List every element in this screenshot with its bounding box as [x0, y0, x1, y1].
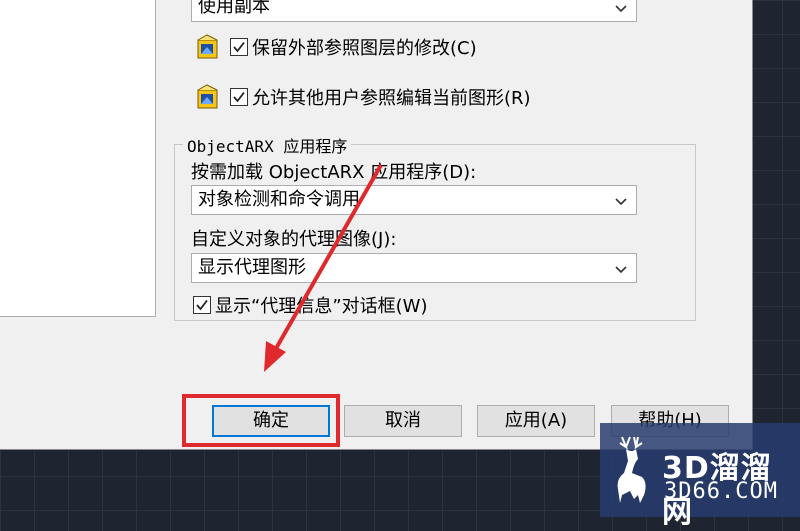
left-settings-panel: [0, 0, 156, 317]
proxy-image-combo[interactable]: 显示代理图形: [191, 253, 637, 283]
allow-other-users-refedit-row: 允许其他用户参照编辑当前图形(R): [196, 84, 531, 110]
allow-other-users-refedit-checkbox[interactable]: [230, 88, 248, 106]
apply-button[interactable]: 应用(A): [477, 405, 595, 437]
retain-xref-layer-changes-label: 保留外部参照图层的修改(C): [252, 38, 477, 59]
site-watermark: 3D溜溜网 3D66.COM: [600, 423, 800, 530]
xref-copy-combo[interactable]: 使用副本: [191, 0, 637, 22]
watermark-url: 3D66.COM: [664, 479, 778, 504]
proxy-info-row: 显示“代理信息”对话框(W): [193, 292, 428, 318]
proxy-info-checkbox[interactable]: [193, 296, 211, 314]
allow-other-users-refedit-label: 允许其他用户参照编辑当前图形(R): [252, 88, 531, 109]
xref-drawing-icon: [197, 84, 218, 109]
retain-xref-layer-changes-row: 保留外部参照图层的修改(C): [196, 34, 477, 60]
cancel-button[interactable]: 取消: [344, 405, 462, 437]
chevron-down-icon: [615, 266, 627, 274]
xref-drawing-icon: [197, 34, 218, 59]
deer-logo-icon: [617, 436, 646, 503]
demand-load-combo-value: 对象检测和命令调用: [198, 189, 360, 210]
xref-copy-combo-value: 使用副本: [198, 0, 270, 17]
objectarx-group-title: ObjectARX 应用程序: [183, 133, 352, 157]
chevron-down-icon: [615, 5, 627, 13]
proxy-image-label: 自定义对象的代理图像(J):: [191, 229, 397, 250]
options-dialog: 使用副本 保留外部参照图层的修改(C) 允许其他用户参照编辑当前图形(R) Ob…: [0, 0, 753, 450]
demand-load-label: 按需加载 ObjectARX 应用程序(D):: [191, 162, 477, 183]
ok-button[interactable]: 确定: [212, 405, 330, 437]
demand-load-combo[interactable]: 对象检测和命令调用: [191, 185, 637, 215]
proxy-info-label: 显示“代理信息”对话框(W): [215, 296, 428, 317]
retain-xref-layer-changes-checkbox[interactable]: [230, 38, 248, 56]
chevron-down-icon: [615, 198, 627, 206]
proxy-image-combo-value: 显示代理图形: [198, 257, 306, 278]
